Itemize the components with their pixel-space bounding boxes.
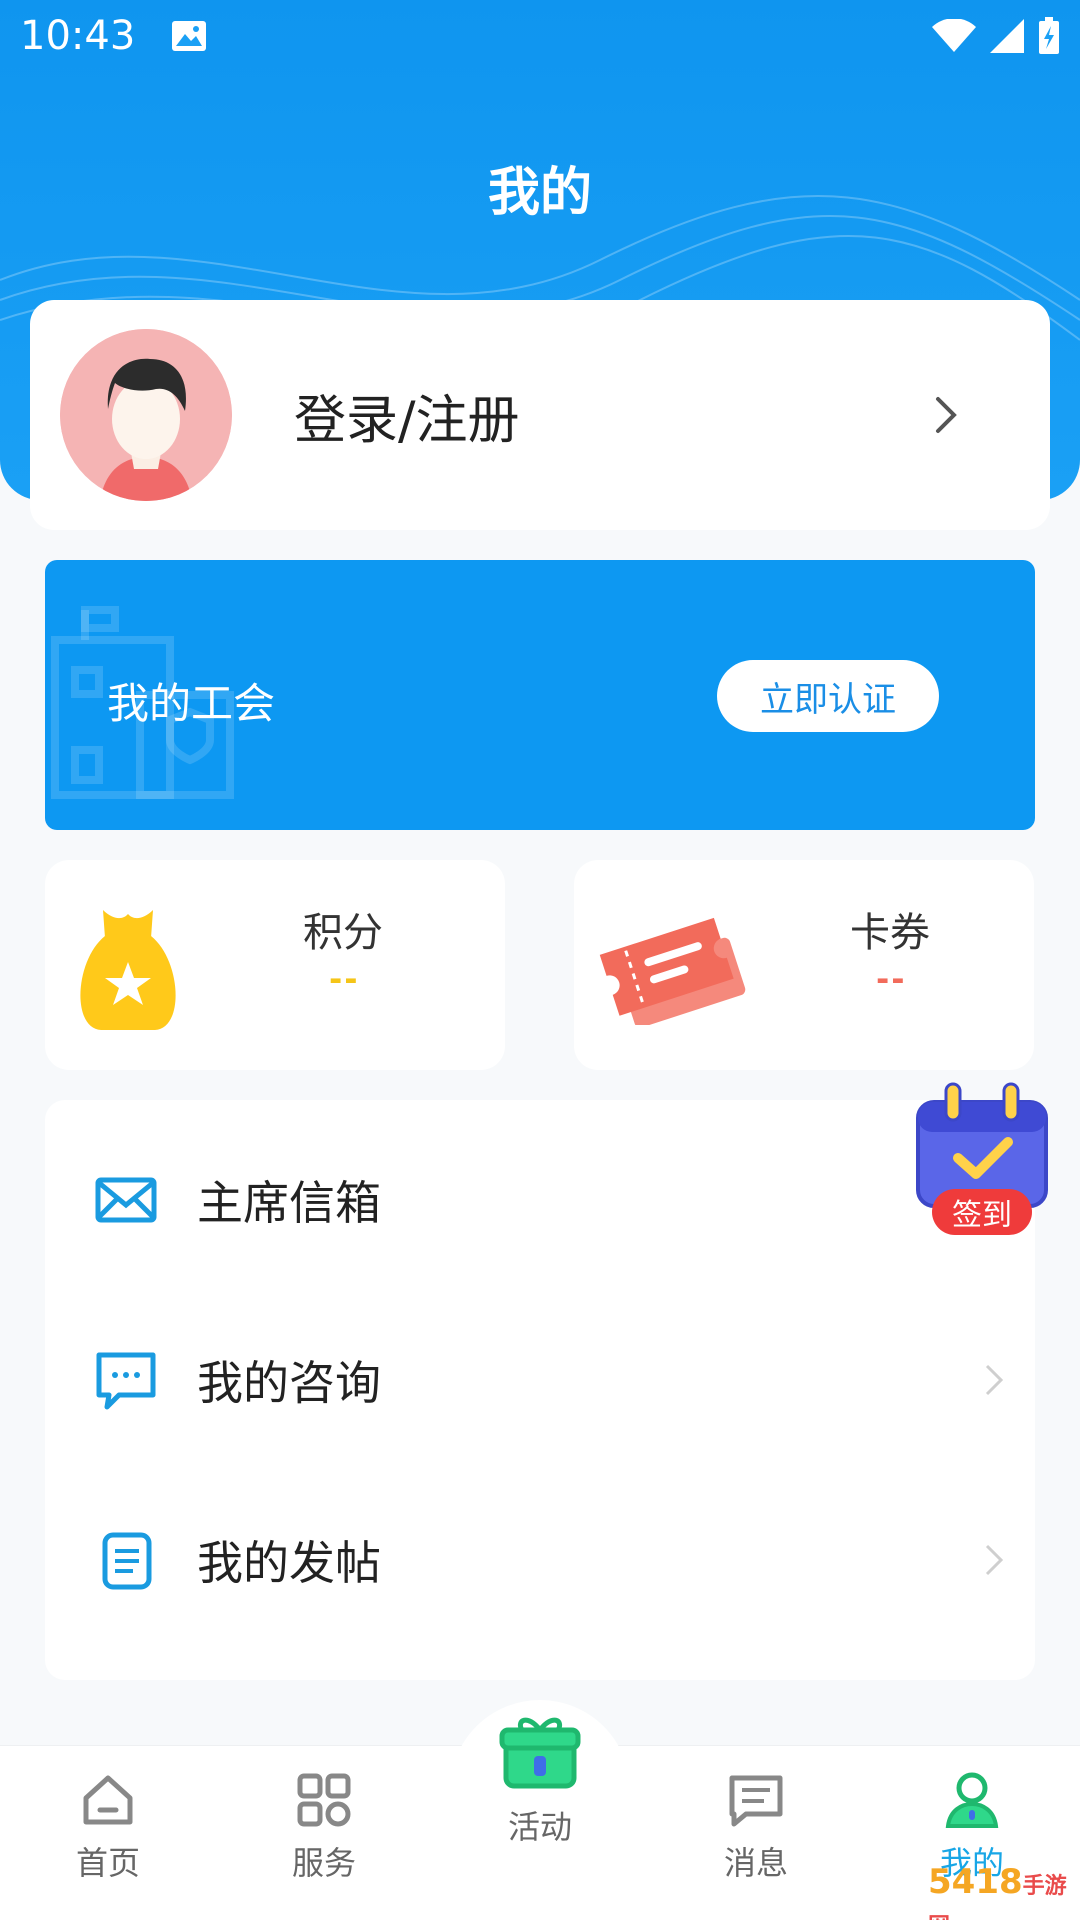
verify-now-button[interactable]: 立即认证 — [717, 660, 939, 732]
menu-list: 主席信箱 我的咨询 我的发帖 — [45, 1100, 1035, 1680]
tab-label: 活动 — [507, 1808, 572, 1846]
tab-messages[interactable]: 消息 — [676, 1770, 836, 1910]
document-icon — [102, 1532, 152, 1590]
status-time: 10:43 — [20, 13, 136, 59]
menu-item-label: 我的咨询 — [197, 1356, 381, 1410]
tab-label: 首页 — [75, 1844, 140, 1882]
chevron-right-icon — [985, 1364, 1004, 1396]
menu-item-label: 主席信箱 — [197, 1176, 381, 1230]
login-register-card[interactable]: 登录/注册 — [30, 300, 1050, 530]
checkin-button[interactable]: 签到 — [912, 1082, 1052, 1242]
user-icon — [945, 1772, 999, 1828]
tab-label: 服务 — [291, 1844, 356, 1882]
page-title: 我的 — [487, 163, 592, 223]
tab-activities[interactable]: 活动 — [460, 1710, 620, 1850]
tab-home[interactable]: 首页 — [28, 1770, 188, 1910]
status-bar: 10:43 — [0, 0, 1080, 72]
home-icon — [83, 1775, 133, 1825]
status-icons — [932, 17, 1060, 55]
checkin-label: 签到 — [932, 1189, 1032, 1235]
battery-charging-icon — [1039, 17, 1059, 54]
my-union-card: 我的工会 立即认证 — [45, 560, 1035, 830]
tab-label: 消息 — [723, 1844, 788, 1882]
login-register-label: 登录/注册 — [294, 390, 520, 451]
watermark-brand: 5418 — [928, 1862, 1023, 1902]
wifi-icon — [932, 19, 976, 52]
coupons-label: 卡券 — [850, 910, 930, 956]
tab-services[interactable]: 服务 — [244, 1770, 404, 1910]
gift-icon — [499, 1717, 581, 1789]
menu-item-label: 我的发帖 — [197, 1536, 381, 1590]
default-avatar-icon — [60, 329, 232, 501]
chevron-right-icon — [936, 397, 957, 433]
mail-icon — [95, 1177, 157, 1223]
menu-item-chairman-mailbox[interactable]: 主席信箱 — [45, 1110, 1035, 1290]
menu-item-my-posts[interactable]: 我的发帖 — [45, 1470, 1035, 1650]
coupons-value: -- — [876, 960, 907, 998]
union-title: 我的工会 — [107, 679, 276, 728]
ticket-icon — [599, 917, 746, 1025]
grid-icon — [297, 1773, 351, 1827]
signal-icon — [990, 19, 1024, 53]
points-value: -- — [329, 960, 360, 998]
avatar — [60, 329, 232, 501]
watermark-logo: 5418手游网 — [928, 1862, 1080, 1920]
coupons-card[interactable]: 卡券 -- — [574, 860, 1034, 1070]
menu-item-my-consultation[interactable]: 我的咨询 — [45, 1290, 1035, 1470]
message-icon — [729, 1775, 783, 1827]
chevron-right-icon — [985, 1544, 1004, 1576]
points-label: 积分 — [303, 910, 383, 956]
points-card[interactable]: 积分 -- — [45, 860, 505, 1070]
money-bag-icon — [80, 910, 176, 1030]
chat-icon — [96, 1352, 156, 1410]
image-notification-icon — [172, 21, 207, 51]
